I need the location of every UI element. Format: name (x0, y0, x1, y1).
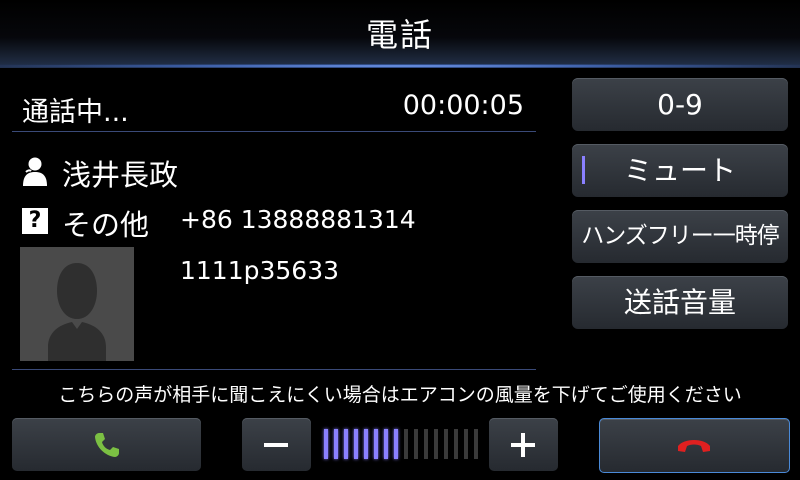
mute-indicator (582, 156, 585, 184)
phone-accept-icon (95, 433, 119, 457)
volume-segment (414, 429, 418, 459)
call-volume-button-label: 送話音量 (623, 286, 736, 319)
call-status-row: 通話中... 00:00:05 (20, 86, 536, 130)
header-glow-line (0, 64, 800, 68)
volume-segment (444, 429, 448, 459)
handsfree-pause-button[interactable]: ハンズフリー一時停止 (572, 210, 788, 302)
volume-segment (454, 429, 458, 459)
volume-segment (374, 429, 378, 459)
keypad-button-label: 0-9 (657, 88, 703, 121)
volume-segment (364, 429, 368, 459)
mute-button-label: ミュート (623, 154, 736, 187)
avatar-placeholder-icon (48, 263, 106, 361)
volume-segment (344, 429, 348, 459)
question-icon: ? (22, 208, 48, 234)
dtmf-digits: 1111p35633 (180, 256, 340, 285)
header-bar: 電話 (0, 0, 800, 68)
keypad-button[interactable]: 0-9 (572, 78, 788, 131)
call-volume-button[interactable]: 送話音量 (572, 276, 788, 329)
volume-segment (394, 429, 398, 459)
mute-button[interactable]: ミュート (572, 144, 788, 197)
phone-end-icon (678, 440, 710, 452)
person-icon (23, 157, 47, 186)
volume-segment (324, 429, 328, 459)
accept-call-button[interactable] (12, 418, 201, 471)
phone-number: +86 13888881314 (180, 205, 416, 234)
notice-text: こちらの声が相手に聞こえにくい場合はエアコンの風量を下げてご使用ください (58, 384, 742, 406)
volume-segment (384, 429, 388, 459)
volume-segment (464, 429, 468, 459)
volume-segment (474, 429, 478, 459)
volume-segment (354, 429, 358, 459)
volume-segment (334, 429, 338, 459)
number-type-label: その他 (62, 208, 150, 242)
screen-title: 電話 (365, 16, 434, 54)
minus-icon (264, 443, 288, 447)
volume-up-button[interactable] (489, 418, 558, 471)
end-call-button[interactable] (599, 418, 790, 473)
volume-segment (404, 429, 408, 459)
volume-segment (424, 429, 428, 459)
call-timer: 00:00:05 (402, 90, 524, 121)
divider (12, 131, 536, 132)
plus-icon (511, 433, 535, 457)
divider (12, 369, 536, 370)
volume-down-button[interactable] (242, 418, 311, 471)
contact-photo (20, 247, 134, 361)
call-status: 通話中... (22, 97, 129, 128)
contact-name: 浅井長政 (62, 158, 179, 192)
volume-segment (434, 429, 438, 459)
